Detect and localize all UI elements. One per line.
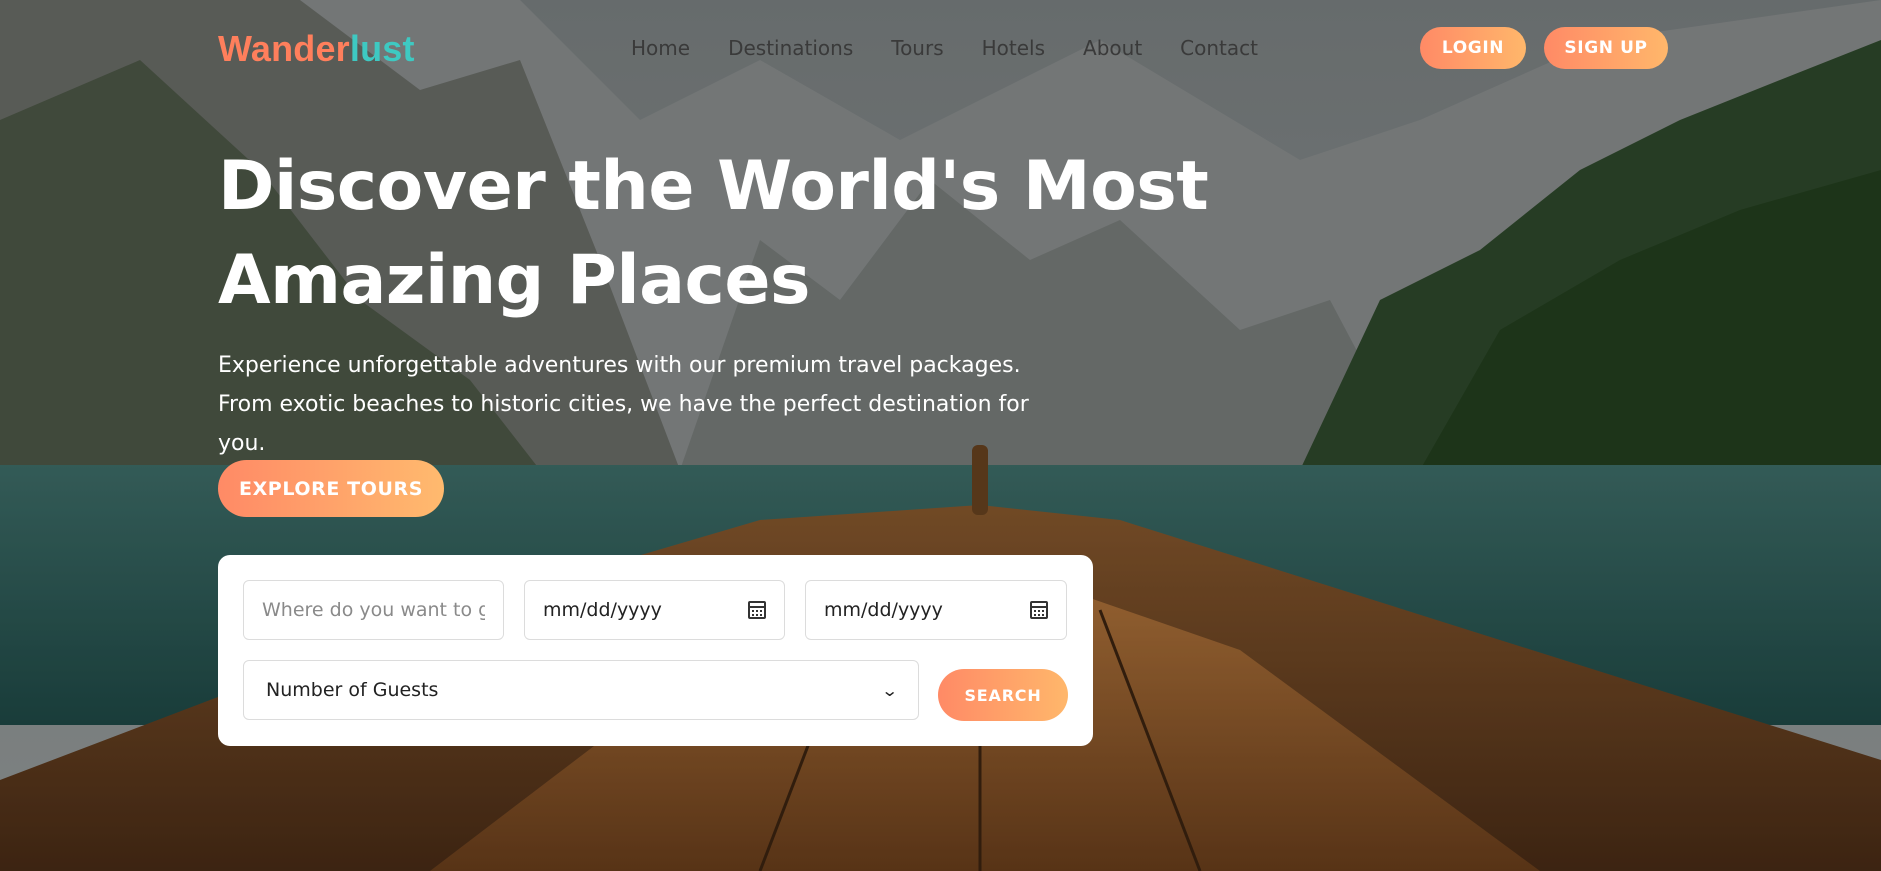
main-nav: Home Destinations Tours Hotels About Con… xyxy=(631,36,1296,60)
destination-input[interactable] xyxy=(262,599,485,621)
calendar-icon[interactable] xyxy=(1030,601,1048,619)
nav-link-hotels[interactable]: Hotels xyxy=(982,36,1045,60)
calendar-icon[interactable] xyxy=(748,601,766,619)
nav-link-about[interactable]: About xyxy=(1083,36,1142,60)
brand-logo-part2: lust xyxy=(349,28,415,69)
checkout-date-value: mm/dd/yyyy xyxy=(824,599,943,621)
checkin-date-value: mm/dd/yyyy xyxy=(543,599,662,621)
auth-buttons: LOGIN SIGN UP xyxy=(1420,27,1668,69)
login-button[interactable]: LOGIN xyxy=(1420,27,1526,69)
chevron-down-icon: ⌄ xyxy=(880,680,899,700)
hero-title: Discover the World's Most Amazing Places xyxy=(218,147,1209,320)
site-header: Wanderlust Home Destinations Tours Hotel… xyxy=(0,0,1881,100)
search-panel: mm/dd/yyyy mm/dd/yyyy Number of Guests ⌄… xyxy=(218,555,1093,746)
signup-button[interactable]: SIGN UP xyxy=(1544,27,1668,69)
hero-subtitle: Experience unforgettable adventures with… xyxy=(218,353,1029,456)
search-button[interactable]: SEARCH xyxy=(938,669,1068,721)
nav-link-home[interactable]: Home xyxy=(631,36,690,60)
brand-logo[interactable]: Wanderlust xyxy=(218,28,415,70)
checkout-date-field[interactable]: mm/dd/yyyy xyxy=(805,580,1067,640)
brand-logo-part1: Wander xyxy=(218,28,350,69)
nav-link-destinations[interactable]: Destinations xyxy=(728,36,853,60)
nav-link-tours[interactable]: Tours xyxy=(891,36,943,60)
checkin-date-field[interactable]: mm/dd/yyyy xyxy=(524,580,785,640)
nav-link-contact[interactable]: Contact xyxy=(1180,36,1258,60)
explore-tours-button[interactable]: EXPLORE TOURS xyxy=(218,460,444,517)
guests-select-value: Number of Guests xyxy=(266,679,439,701)
destination-field xyxy=(243,580,504,640)
guests-select[interactable]: Number of Guests ⌄ xyxy=(243,660,919,720)
